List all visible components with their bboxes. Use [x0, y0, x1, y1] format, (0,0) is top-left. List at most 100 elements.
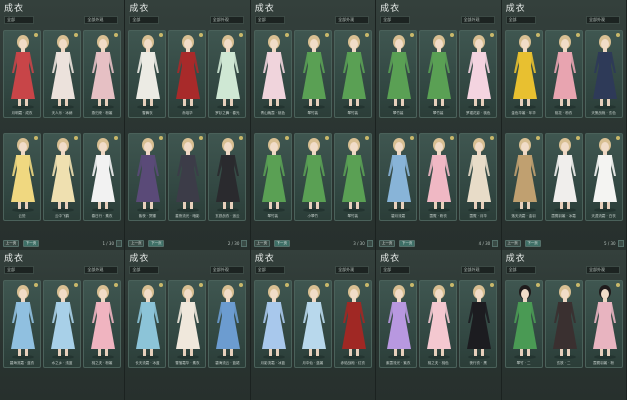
outfit-card[interactable]: 雪舞衣: [128, 30, 167, 118]
outfit-card[interactable]: 月影流霜 · 冰蓝: [253, 280, 292, 368]
sort-dropdown[interactable]: 全部外观: [585, 266, 620, 274]
go-page-button[interactable]: [492, 240, 499, 247]
outfit-card[interactable]: 赤焰华: [168, 30, 207, 118]
outfit-name: 春日行 · 素衣: [91, 214, 113, 218]
outfit-card[interactable]: 碧海流霜 · 蓝衣: [3, 280, 41, 368]
next-page-button[interactable]: 下一页: [524, 240, 541, 247]
outfit-name: 天人乐 · 冰绡: [51, 111, 73, 115]
outfit-card[interactable]: 翠竹装: [253, 133, 292, 221]
outfit-name: 翠竹装: [432, 111, 444, 115]
outfit-card[interactable]: 紫霞流光 · 紫衣: [379, 280, 418, 368]
outfit-card[interactable]: 罗衫之舞 · 春光: [208, 30, 247, 118]
outfit-name: 紫霞流光 · 紫衣: [386, 361, 411, 365]
prev-page-button[interactable]: 上一页: [504, 240, 521, 247]
sort-dropdown[interactable]: 全部外观: [84, 16, 119, 24]
outfit-panel: 成衣全部 全部外观金色华裳 · 年华 桃花 · 粉衣 天策战袍 · 玄色落天流霜 · …: [501, 0, 627, 250]
screenshot-grid: 成衣 全部 全部外观 月明霜 · 成衣 天人乐 · 冰绡 燕归来 · 粉裳 云鬓 云中飞鹤 春日…: [0, 0, 627, 400]
filter-dropdown[interactable]: 全部: [4, 16, 34, 24]
filter-dropdown[interactable]: 全部: [505, 266, 536, 274]
outfit-card[interactable]: 霞霓羽裳 · 冰霜: [544, 133, 583, 221]
pagination: 上一页 下一页 2 / 30: [128, 240, 248, 248]
outfit-card[interactable]: 青山晚霞 · 桃色: [253, 30, 292, 118]
go-page-button[interactable]: [116, 240, 122, 247]
go-page-button[interactable]: [617, 240, 624, 247]
sort-dropdown[interactable]: 全部外观: [335, 266, 370, 274]
filter-dropdown[interactable]: 全部: [4, 266, 34, 274]
outfit-card[interactable]: 霞霓羽裳 · 粉: [584, 280, 623, 368]
sort-dropdown[interactable]: 全部外观: [209, 16, 244, 24]
page-indicator: 1 / 30: [102, 241, 114, 246]
outfit-card[interactable]: 碧月流霜: [379, 133, 418, 221]
outfit-name: 玄铁 · 二: [556, 361, 571, 365]
sort-dropdown[interactable]: 全部外观: [209, 266, 244, 274]
sort-dropdown[interactable]: 全部外观: [84, 266, 119, 274]
outfit-card[interactable]: 紫夜 · 冥蝶: [128, 133, 167, 221]
next-page-button[interactable]: 下一页: [273, 240, 290, 247]
panel-title: 成衣: [4, 254, 25, 264]
outfit-name: 长天流霜 · 冰蓝: [135, 361, 160, 365]
outfit-card[interactable]: 春日行 · 素衣: [83, 133, 121, 221]
outfit-card[interactable]: 翠竹装: [333, 30, 372, 118]
sort-dropdown[interactable]: 全部外观: [585, 16, 620, 24]
sort-dropdown[interactable]: 全部外观: [335, 16, 370, 24]
outfit-card[interactable]: 燕归来 · 粉裳: [83, 30, 121, 118]
filter-dropdown[interactable]: 全部: [129, 266, 160, 274]
next-page-button[interactable]: 下一页: [23, 240, 39, 247]
outfit-name: 水之乡 · 浅蓝: [51, 361, 73, 365]
next-page-button[interactable]: 下一页: [399, 240, 416, 247]
outfit-card[interactable]: 桃之夭 · 粉裳: [83, 280, 121, 368]
next-page-button[interactable]: 下一页: [148, 240, 165, 247]
filter-dropdown[interactable]: 全部: [505, 16, 536, 24]
outfit-card[interactable]: 水之乡 · 浅蓝: [43, 280, 81, 368]
panel-title: 成衣: [254, 254, 275, 264]
outfit-card[interactable]: 霞霓 · 月华: [459, 133, 498, 221]
outfit-card[interactable]: 落天流霜 · 金羽: [504, 133, 543, 221]
outfit-card[interactable]: 桃之夭 · 桃色: [419, 280, 458, 368]
prev-page-button[interactable]: 上一页: [253, 240, 270, 247]
outfit-card[interactable]: 桃花 · 粉衣: [544, 30, 583, 118]
outfit-card[interactable]: 长天流霜 · 冰蓝: [128, 280, 167, 368]
outfit-card[interactable]: 赤焰战袍 · 红衣: [333, 280, 372, 368]
filter-dropdown[interactable]: 全部: [380, 16, 411, 24]
sort-dropdown[interactable]: 全部外观: [460, 16, 495, 24]
panel-title: 成衣: [505, 4, 526, 14]
outfit-card[interactable]: 翠竹 · 二: [504, 280, 543, 368]
outfit-card[interactable]: 天涯流霜 · 白衣: [584, 133, 623, 221]
filter-dropdown[interactable]: 全部: [254, 16, 285, 24]
sort-dropdown[interactable]: 全部外观: [460, 266, 495, 274]
outfit-card[interactable]: 天策战袍 · 玄色: [584, 30, 623, 118]
filter-dropdown[interactable]: 全部: [129, 16, 160, 24]
outfit-name: 星夜流光 · 暗影: [175, 214, 200, 218]
outfit-card[interactable]: 月中仙 · 蓝裳: [293, 280, 332, 368]
outfit-card[interactable]: 天人乐 · 冰绡: [43, 30, 81, 118]
go-page-button[interactable]: [241, 240, 248, 247]
outfit-card[interactable]: 小翠竹: [293, 133, 332, 221]
outfit-card[interactable]: 翠竹装: [379, 30, 418, 118]
outfit-card[interactable]: 翠竹装: [333, 133, 372, 221]
prev-page-button[interactable]: 上一页: [128, 240, 145, 247]
outfit-card[interactable]: 月明霜 · 成衣: [3, 30, 41, 118]
outfit-card[interactable]: 翠竹装: [419, 30, 458, 118]
page-indicator: 4 / 30: [478, 241, 491, 246]
outfit-card[interactable]: 金色华裳 · 年华: [504, 30, 543, 118]
outfit-card[interactable]: 玄铁战衣 · 追云: [208, 133, 247, 221]
outfit-card[interactable]: 雪落霜华 · 素衣: [168, 280, 207, 368]
outfit-name: 天策战袍 · 玄色: [591, 111, 616, 115]
prev-page-button[interactable]: 上一页: [379, 240, 396, 247]
outfit-card[interactable]: 玄铁 · 二: [544, 280, 583, 368]
outfit-card[interactable]: 云中飞鹤: [43, 133, 81, 221]
outfit-card[interactable]: 霞霓 · 粉衣: [419, 133, 458, 221]
outfit-card[interactable]: 翠竹装: [293, 30, 332, 118]
filter-dropdown[interactable]: 全部: [254, 266, 285, 274]
outfit-card[interactable]: 夜行衣 · 黑: [459, 280, 498, 368]
go-page-button[interactable]: [366, 240, 373, 247]
prev-page-button[interactable]: 上一页: [3, 240, 19, 247]
outfit-name: 云中飞鹤: [55, 214, 69, 218]
outfit-card[interactable]: 罗裙花影 · 桃色: [459, 30, 498, 118]
outfit-card[interactable]: 星夜流光 · 暗影: [168, 133, 207, 221]
filter-dropdown[interactable]: 全部: [380, 266, 411, 274]
outfit-name: 金色华裳 · 年华: [511, 111, 536, 115]
outfit-card[interactable]: 碧海流云 · 蓝裙: [208, 280, 247, 368]
outfit-card[interactable]: 云鬓: [3, 133, 41, 221]
outfit-name: 云鬓: [18, 214, 26, 218]
